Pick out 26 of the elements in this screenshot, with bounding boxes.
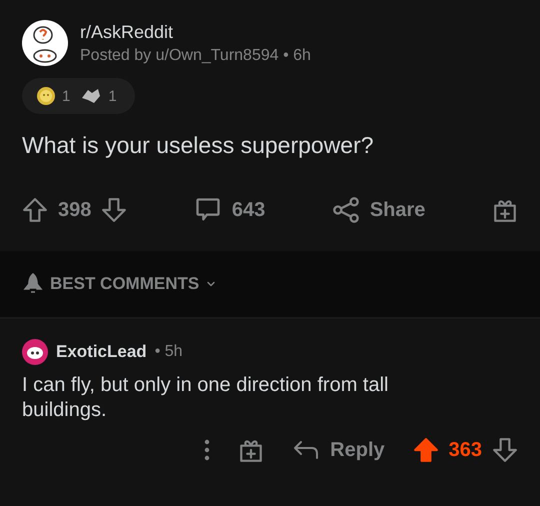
post-title: What is your useless superpower? [22,132,375,159]
reply-button[interactable]: Reply [292,438,385,462]
vote-count: 363 [448,438,482,462]
upvote-icon[interactable] [412,437,439,463]
post-meta: Posted by u/Own_Turn8594 • 6h [80,46,311,64]
user-avatar-icon[interactable] [22,339,48,365]
downvote-icon[interactable] [101,197,128,223]
upvote-icon[interactable] [22,197,48,223]
vote-count: 398 [58,198,92,222]
award-count: 1 [108,88,117,104]
downvote-icon[interactable] [492,437,518,463]
comment-body: I can fly, but only in one direction from tall buildings. [22,373,390,423]
comment-age: • 5h [154,343,183,361]
reply-arrow-icon [292,438,320,462]
comment-author[interactable]: ExoticLead [56,342,147,362]
award-count: 1 [62,88,70,104]
sort-button[interactable]: BEST COMMENTS [22,273,218,295]
subreddit-avatar-icon[interactable] [22,20,68,66]
rocket-icon [22,273,44,295]
awards-pill[interactable]: 1 1 [22,78,135,114]
share-icon [332,196,360,224]
comments-button[interactable]: 643 [194,196,266,224]
sun-award-icon [36,86,56,106]
more-options-icon[interactable] [204,439,210,461]
subreddit-name[interactable]: r/AskReddit [80,22,311,42]
share-button[interactable]: Share [332,196,426,224]
